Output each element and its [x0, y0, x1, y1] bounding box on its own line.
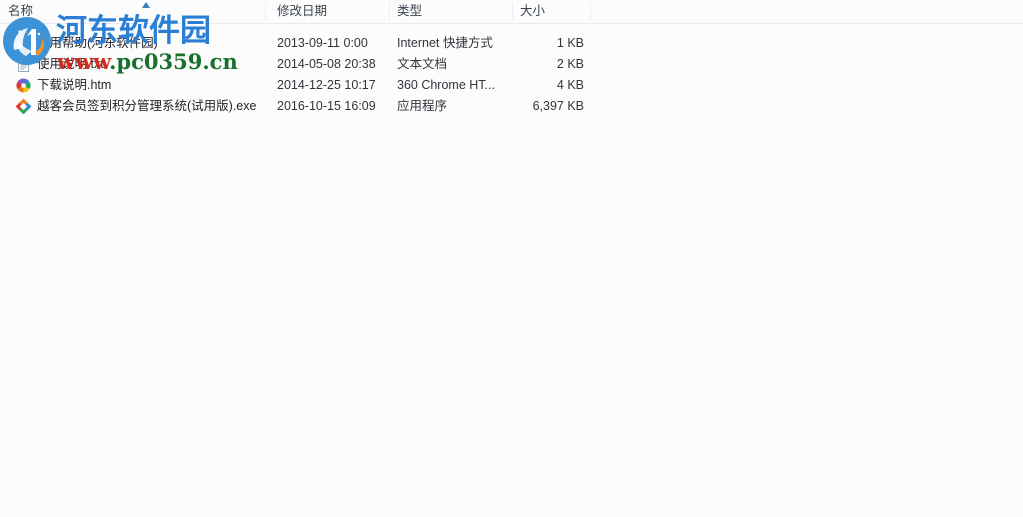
- file-date-modified: 2013-09-11 0:00: [277, 36, 368, 50]
- file-type: 文本文档: [397, 57, 448, 71]
- column-header-type-label: 类型: [397, 4, 423, 18]
- column-header-row: 名称 修改日期 类型 大小: [0, 0, 1023, 24]
- file-date-modified: 2014-05-08 20:38: [277, 57, 376, 71]
- file-name[interactable]: 下载说明.htm: [37, 75, 111, 96]
- column-divider-size[interactable]: [590, 3, 591, 20]
- column-header-date-modified[interactable]: 修改日期: [269, 0, 389, 23]
- file-type: 应用程序: [397, 99, 448, 113]
- column-header-size[interactable]: 大小: [512, 0, 590, 23]
- file-date-modified: 2014-12-25 10:17: [277, 78, 376, 92]
- column-divider-name[interactable]: [265, 3, 266, 20]
- file-list-pane[interactable]: 名称 修改日期 类型 大小 使用帮助(河东软件园) 2013-09-11 0:0…: [0, 0, 1023, 517]
- file-name[interactable]: 使用说明.txt: [37, 54, 104, 75]
- file-size: 1 KB: [556, 36, 584, 50]
- internet-shortcut-icon: [15, 35, 32, 52]
- text-document-icon: [15, 56, 32, 73]
- file-name[interactable]: 使用帮助(河东软件园): [37, 33, 158, 54]
- sort-ascending-icon: [140, 1, 152, 9]
- file-date-modified: 2016-10-15 16:09: [277, 99, 376, 113]
- table-row[interactable]: 越客会员签到积分管理系统(试用版).exe 2016-10-15 16:09 应…: [0, 96, 1023, 117]
- file-size: 4 KB: [556, 78, 584, 92]
- chrome-pinwheel-icon: [15, 77, 32, 94]
- application-diamond-icon: [15, 98, 32, 115]
- column-header-date-modified-label: 修改日期: [277, 4, 328, 18]
- file-size: 6,397 KB: [532, 99, 584, 113]
- file-size: 2 KB: [556, 57, 584, 71]
- table-row[interactable]: 使用说明.txt 2014-05-08 20:38 文本文档 2 KB: [0, 54, 1023, 75]
- column-header-name[interactable]: 名称: [0, 0, 265, 23]
- column-header-size-label: 大小: [520, 4, 546, 18]
- table-row[interactable]: 下载说明.htm 2014-12-25 10:17 360 Chrome HT.…: [0, 75, 1023, 96]
- file-name[interactable]: 越客会员签到积分管理系统(试用版).exe: [37, 96, 256, 117]
- column-header-type[interactable]: 类型: [389, 0, 512, 23]
- column-header-name-label: 名称: [8, 4, 34, 18]
- table-row[interactable]: 使用帮助(河东软件园) 2013-09-11 0:00 Internet 快捷方…: [0, 33, 1023, 54]
